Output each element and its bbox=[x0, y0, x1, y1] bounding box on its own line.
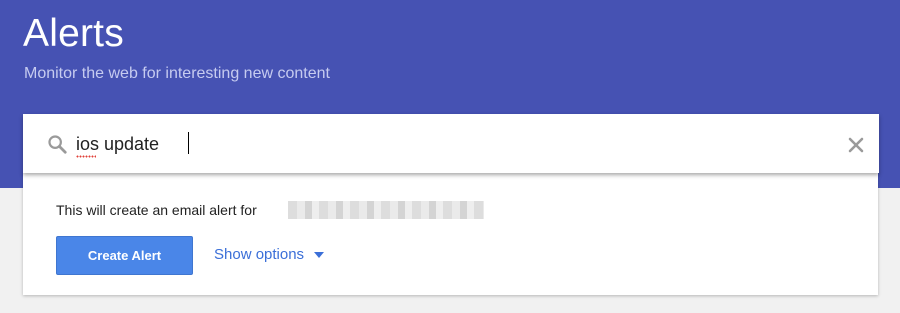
show-options-link[interactable]: Show options bbox=[214, 246, 325, 263]
close-icon[interactable] bbox=[847, 136, 865, 154]
alert-info-text: This will create an email alert for bbox=[56, 202, 257, 218]
create-alert-button[interactable]: Create Alert bbox=[56, 236, 193, 275]
alert-options-card: This will create an email alert for Crea… bbox=[23, 172, 878, 295]
search-box[interactable] bbox=[23, 114, 879, 173]
search-input[interactable] bbox=[76, 127, 836, 161]
spellcheck-underline bbox=[76, 155, 96, 158]
page-title: Alerts bbox=[23, 12, 124, 55]
text-cursor bbox=[188, 132, 189, 154]
show-options-label: Show options bbox=[214, 246, 305, 263]
chevron-down-icon bbox=[314, 251, 325, 258]
redacted-email bbox=[288, 201, 484, 219]
page-subtitle: Monitor the web for interesting new cont… bbox=[24, 65, 330, 82]
search-icon bbox=[48, 135, 67, 154]
